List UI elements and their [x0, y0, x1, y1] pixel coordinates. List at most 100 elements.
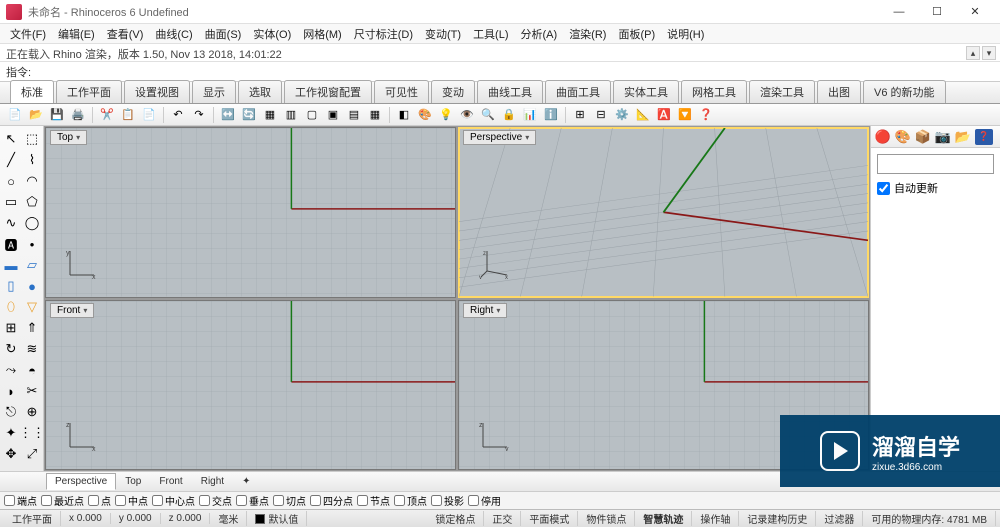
new-icon[interactable]: 📄 — [6, 106, 24, 124]
print-icon[interactable]: 🖨️ — [69, 106, 87, 124]
osnap-toggle[interactable]: 交点 — [199, 493, 232, 508]
revolve-icon[interactable]: ↻ — [2, 340, 20, 358]
render-tab-icon[interactable]: 🔴 — [875, 129, 891, 145]
tool-tab[interactable]: 曲面工具 — [545, 80, 611, 103]
copy-icon[interactable]: 📋 — [119, 106, 137, 124]
status-osnap[interactable]: 物件锁点 — [578, 511, 635, 526]
osnap-toggle[interactable]: 停用 — [468, 493, 501, 508]
menu-item[interactable]: 分析(A) — [515, 24, 564, 44]
trim-icon[interactable]: ✂ — [23, 382, 41, 400]
osnap-toggle[interactable]: 最近点 — [41, 493, 84, 508]
menu-item[interactable]: 曲线(C) — [149, 24, 198, 44]
status-units[interactable]: 毫米 — [210, 511, 247, 526]
menu-item[interactable]: 网格(M) — [297, 24, 348, 44]
tool-tab[interactable]: 可见性 — [374, 80, 429, 103]
status-planar[interactable]: 平面模式 — [521, 511, 578, 526]
tool-tab[interactable]: 实体工具 — [613, 80, 679, 103]
materials-tab-icon[interactable]: 🎨 — [895, 129, 911, 145]
view-tab[interactable]: Perspective — [46, 473, 116, 490]
folder-tab-icon[interactable]: 📂 — [955, 129, 971, 145]
lock-icon[interactable]: 🔒 — [500, 106, 518, 124]
shade-icon[interactable]: 🎨 — [416, 106, 434, 124]
tool-tab[interactable]: 渲染工具 — [749, 80, 815, 103]
maximize-button[interactable]: ☐ — [918, 0, 956, 24]
view-tab[interactable]: Right — [192, 473, 233, 490]
render-icon[interactable]: 💡 — [437, 106, 455, 124]
add-view-tab[interactable]: ✦ — [233, 473, 259, 490]
viewport-front[interactable]: Front▾ xz — [45, 300, 456, 471]
scale-icon[interactable]: ⤢ — [23, 445, 41, 463]
status-gridsnap[interactable]: 锁定格点 — [427, 511, 484, 526]
properties-icon[interactable]: ℹ️ — [542, 106, 560, 124]
circle-icon[interactable]: ○ — [2, 172, 20, 190]
arc-icon[interactable]: ◠ — [23, 172, 41, 190]
project-icon[interactable]: ⊟ — [592, 106, 610, 124]
sphere-icon[interactable]: ● — [23, 277, 41, 295]
ellipse-icon[interactable]: ◯ — [23, 214, 41, 232]
rect-icon[interactable]: ▭ — [2, 193, 20, 211]
extrude-icon[interactable]: ⇑ — [23, 319, 41, 337]
redo-icon[interactable]: ↷ — [190, 106, 208, 124]
history-scroll-down-button[interactable]: ▾ — [982, 46, 996, 60]
curve-icon[interactable]: ∿ — [2, 214, 20, 232]
tool-tab[interactable]: 设置视图 — [124, 80, 190, 103]
history-scroll-up-button[interactable]: ▴ — [966, 46, 980, 60]
osnap-toggle[interactable]: 四分点 — [310, 493, 353, 508]
plane-icon[interactable]: ▱ — [23, 256, 41, 274]
osnap-toggle[interactable]: 节点 — [357, 493, 390, 508]
show-icon[interactable]: 🔍 — [479, 106, 497, 124]
osnap-toggle[interactable]: 点 — [88, 493, 111, 508]
tool-tab[interactable]: 工作平面 — [56, 80, 122, 103]
osnap-toggle[interactable]: 投影 — [431, 493, 464, 508]
tool-tab[interactable]: 选取 — [238, 80, 282, 103]
undo-icon[interactable]: ↶ — [169, 106, 187, 124]
status-filter[interactable]: 过滤器 — [816, 511, 863, 526]
menu-item[interactable]: 工具(L) — [467, 24, 514, 44]
tool-tab[interactable]: 出图 — [817, 80, 861, 103]
menu-item[interactable]: 面板(P) — [612, 24, 661, 44]
viewport-label-perspective[interactable]: Perspective▾ — [463, 130, 536, 145]
status-gumball[interactable]: 操作轴 — [692, 511, 739, 526]
cylinder-icon[interactable]: ⬯ — [2, 298, 20, 316]
move-icon[interactable]: ↔️ — [219, 106, 237, 124]
dim-icon[interactable]: 📐 — [634, 106, 652, 124]
surface-icon[interactable]: ▬ — [2, 256, 20, 274]
cut-icon[interactable]: ✂️ — [98, 106, 116, 124]
command-input[interactable] — [35, 66, 994, 78]
split-icon[interactable]: ⎋ — [2, 403, 20, 421]
status-ortho[interactable]: 正交 — [484, 511, 521, 526]
tool-tab[interactable]: V6 的新功能 — [863, 80, 946, 103]
menu-item[interactable]: 曲面(S) — [199, 24, 248, 44]
box-icon[interactable]: ▯ — [2, 277, 20, 295]
viewport-icon[interactable]: ▦ — [366, 106, 384, 124]
select-icon[interactable]: ▢ — [303, 106, 321, 124]
ungroup-icon[interactable]: ▥ — [282, 106, 300, 124]
sweep-icon[interactable]: ⤳ — [2, 361, 20, 379]
menu-item[interactable]: 说明(H) — [661, 24, 710, 44]
cplane-icon[interactable]: ◧ — [395, 106, 413, 124]
array-icon[interactable]: ⋮⋮ — [23, 424, 41, 442]
menu-item[interactable]: 渲染(R) — [563, 24, 612, 44]
polyline-icon[interactable]: ⌇ — [23, 151, 41, 169]
fillet-icon[interactable]: ◗ — [2, 382, 20, 400]
tool-tab[interactable]: 工作视窗配置 — [284, 80, 372, 103]
menu-item[interactable]: 编辑(E) — [52, 24, 101, 44]
menu-item[interactable]: 查看(V) — [101, 24, 150, 44]
view-tab[interactable]: Top — [116, 473, 150, 490]
tool-tab[interactable]: 曲线工具 — [477, 80, 543, 103]
point-icon[interactable]: • — [23, 235, 41, 253]
loft-icon[interactable]: ≋ — [23, 340, 41, 358]
group-icon[interactable]: ▦ — [261, 106, 279, 124]
command-line[interactable]: 指令: — [0, 62, 1000, 82]
cone-icon[interactable]: ▽ — [23, 298, 41, 316]
filter-icon[interactable]: 🔽 — [676, 106, 694, 124]
lasso-icon[interactable]: ⬚ — [23, 130, 41, 148]
save-icon[interactable]: 💾 — [48, 106, 66, 124]
boolean-icon[interactable]: ◓ — [23, 361, 41, 379]
status-smarttrack[interactable]: 智慧轨迹 — [635, 511, 692, 526]
status-cplane[interactable]: 工作平面 — [4, 511, 61, 526]
osnap-toggle[interactable]: 切点 — [273, 493, 306, 508]
pointer-icon[interactable]: ↖ — [2, 130, 20, 148]
text-tool-icon[interactable]: 🅰 — [2, 235, 20, 253]
status-layer[interactable]: 默认值 — [247, 511, 307, 526]
